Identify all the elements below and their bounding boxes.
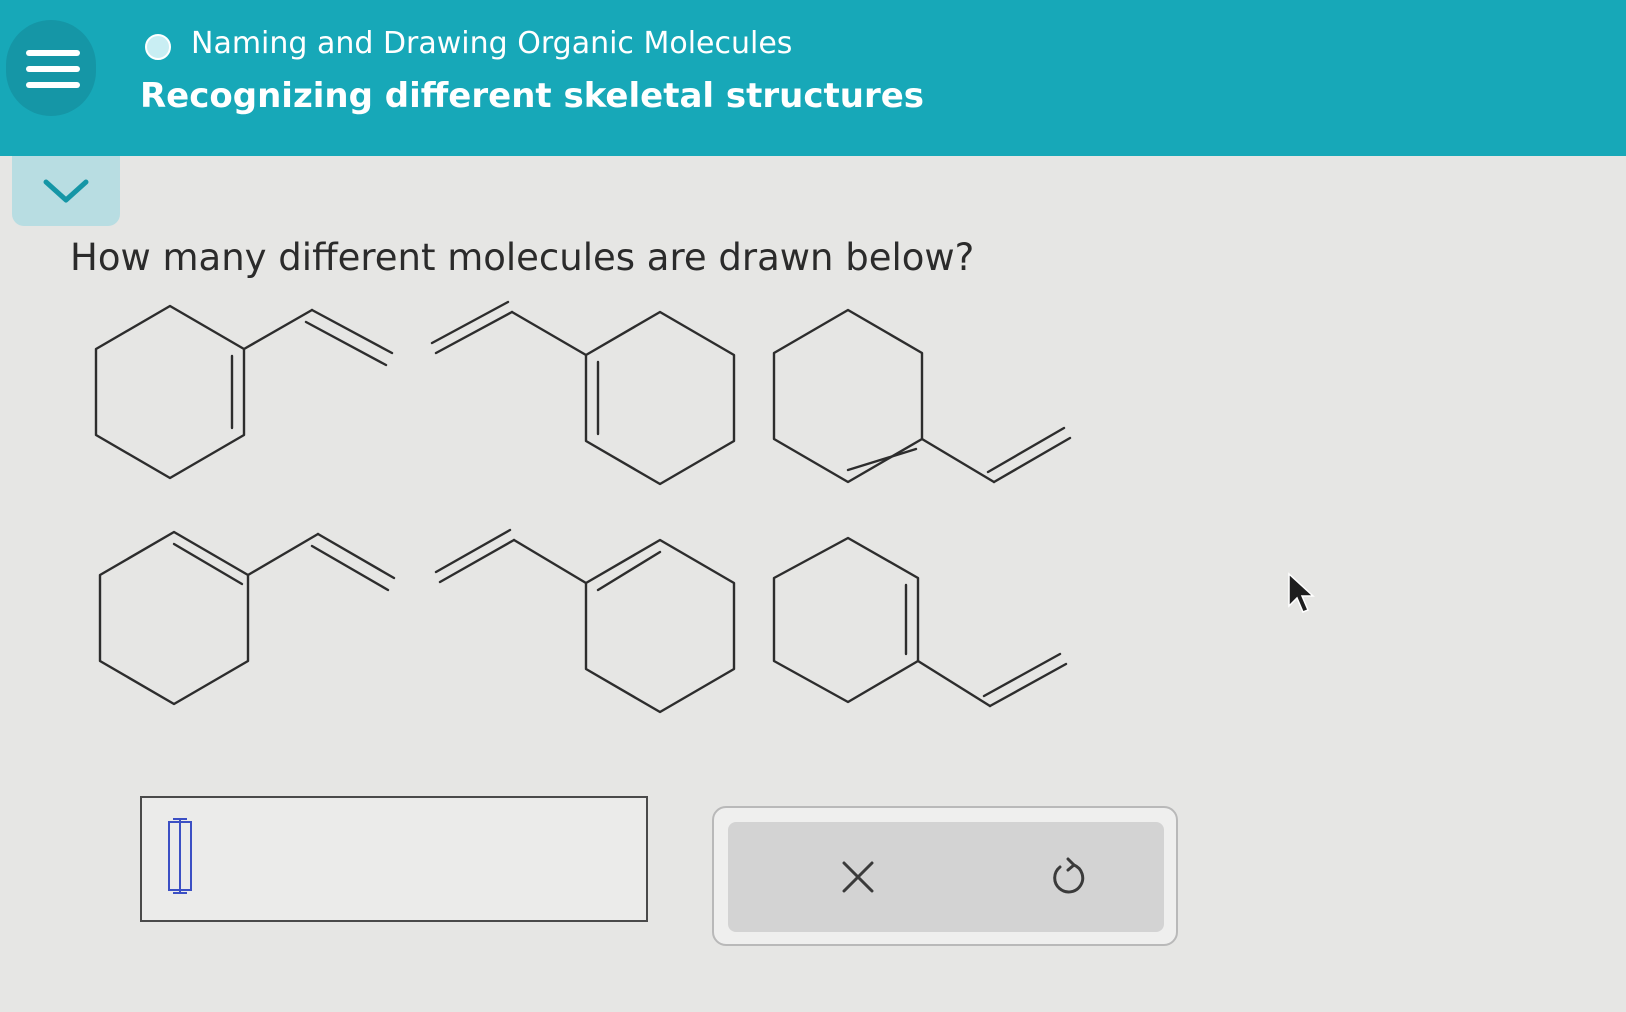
molecule-1 bbox=[94, 304, 394, 480]
close-x-icon bbox=[842, 861, 874, 893]
undo-icon bbox=[1053, 857, 1085, 894]
undo-button[interactable] bbox=[1033, 842, 1103, 912]
molecule-5 bbox=[434, 528, 736, 714]
toolbar-panel bbox=[728, 822, 1164, 932]
molecule-6 bbox=[772, 536, 1068, 708]
molecule-4 bbox=[98, 530, 396, 706]
answer-toolbar bbox=[712, 806, 1178, 946]
mouse-pointer-icon bbox=[1288, 572, 1315, 613]
text-cursor-icon bbox=[168, 818, 192, 894]
answer-input[interactable] bbox=[140, 796, 648, 922]
molecule-3 bbox=[772, 308, 1072, 484]
molecule-2 bbox=[430, 300, 736, 486]
clear-button[interactable] bbox=[823, 842, 893, 912]
